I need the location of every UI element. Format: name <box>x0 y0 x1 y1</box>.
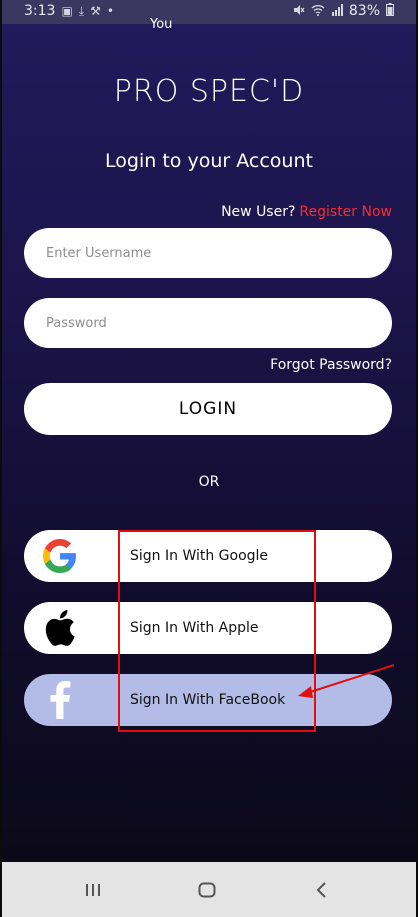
android-nav-bar <box>2 862 416 917</box>
device-frame: 3:13 ▣ ⤓ ⚒ • 83% You PRO SPEC'D Login to… <box>0 0 418 917</box>
recents-icon[interactable] <box>78 876 108 904</box>
app-screen: 3:13 ▣ ⤓ ⚒ • 83% You PRO SPEC'D Login to… <box>2 0 416 862</box>
red-arrow-annotation <box>298 664 395 698</box>
home-icon[interactable] <box>192 876 222 904</box>
back-icon[interactable] <box>306 876 336 904</box>
